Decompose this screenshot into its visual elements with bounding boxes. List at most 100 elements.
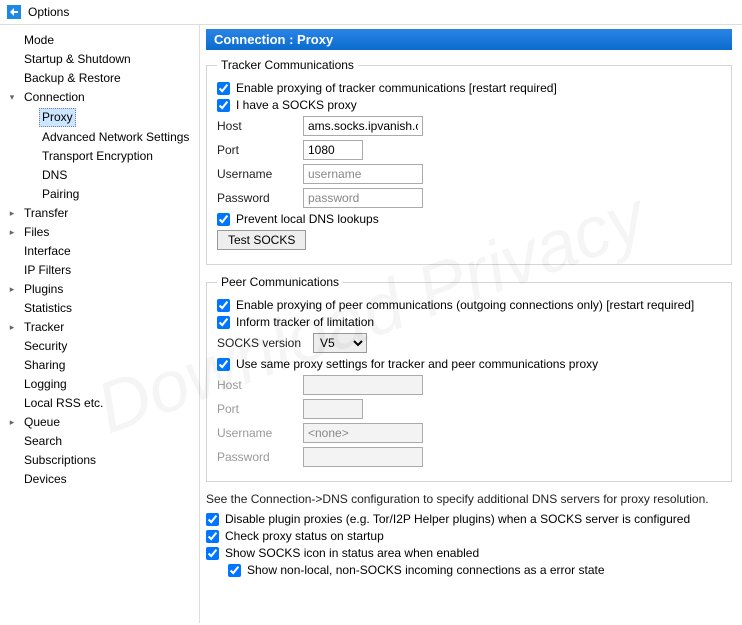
tree-item-label: Proxy [39,108,76,127]
port-input[interactable] [303,140,363,160]
tree-item[interactable]: ▾Connection [6,88,195,107]
tree-item[interactable]: Proxy [24,107,195,128]
tree-item[interactable]: Sharing [6,356,195,375]
tree-item[interactable]: Advanced Network Settings [24,128,195,147]
host-input[interactable] [303,116,423,136]
port-label: Port [217,143,297,157]
tree-item[interactable]: DNS [24,166,195,185]
tree-item[interactable]: ▸Files [6,223,195,242]
tree-item-label: Subscriptions [21,452,99,469]
have-socks-checkbox[interactable] [217,99,230,112]
tree-item[interactable]: ▸Transfer [6,204,195,223]
inform-tracker-label: Inform tracker of limitation [236,315,374,329]
tree-item[interactable]: Local RSS etc. [6,394,195,413]
test-socks-button[interactable]: Test SOCKS [217,230,306,250]
tree-item[interactable]: Transport Encryption [24,147,195,166]
show-nonlocal-checkbox[interactable] [228,564,241,577]
tracker-group: Tracker Communications Enable proxying o… [206,58,732,265]
host-label: Host [217,119,297,133]
peer-group: Peer Communications Enable proxying of p… [206,275,732,482]
use-same-proxy-checkbox[interactable] [217,358,230,371]
tree-item-label: Queue [21,414,63,431]
tree-item-label: Plugins [21,281,66,298]
password-label: Password [217,191,297,205]
peer-legend: Peer Communications [217,275,343,289]
password-input[interactable] [303,188,423,208]
tree-item-label: Transfer [21,205,71,222]
panel-title: Connection : Proxy [206,29,732,50]
chevron-down-icon[interactable]: ▾ [6,89,18,106]
enable-peer-proxy-checkbox[interactable] [217,299,230,312]
show-nonlocal-label: Show non-local, non-SOCKS incoming conne… [247,563,605,577]
tree-item[interactable]: Subscriptions [6,451,195,470]
tracker-legend: Tracker Communications [217,58,358,72]
tree-item-label: Sharing [21,357,68,374]
username-input[interactable] [303,164,423,184]
tree-item[interactable]: Search [6,432,195,451]
tree-item-label: Tracker [21,319,67,336]
use-same-proxy-label: Use same proxy settings for tracker and … [236,357,598,371]
disable-plugin-proxies-label: Disable plugin proxies (e.g. Tor/I2P Hel… [225,512,690,526]
enable-peer-proxy-label: Enable proxying of peer communications (… [236,298,694,312]
title-bar: Options [0,0,742,24]
tree-item[interactable]: Security [6,337,195,356]
tree-item[interactable]: IP Filters [6,261,195,280]
peer-host-label: Host [217,378,297,392]
tree-item-label: Transport Encryption [39,148,156,165]
tree-item-label: Security [21,338,70,355]
tree-item[interactable]: Backup & Restore [6,69,195,88]
show-socks-icon-checkbox[interactable] [206,547,219,560]
tree-item-label: Startup & Shutdown [21,51,134,68]
chevron-right-icon[interactable]: ▸ [6,224,18,241]
tree-item[interactable]: ▸Queue [6,413,195,432]
check-startup-checkbox[interactable] [206,530,219,543]
tree-item-label: Devices [21,471,70,488]
nav-tree: ModeStartup & Shutdown Backup & Restore▾C… [0,25,200,623]
tree-item[interactable]: Pairing [24,185,195,204]
prevent-dns-label: Prevent local DNS lookups [236,212,379,226]
tree-item-label: Files [21,224,52,241]
peer-username-input [303,423,423,443]
tree-item-label: Interface [21,243,74,260]
tree-item-label: Pairing [39,186,82,203]
tree-item-label: Advanced Network Settings [39,129,192,146]
socks-version-label: SOCKS version [217,336,307,350]
tree-item[interactable]: Interface [6,242,195,261]
chevron-right-icon[interactable]: ▸ [6,414,18,431]
peer-port-label: Port [217,402,297,416]
app-icon [6,4,22,20]
tree-item[interactable]: Devices [6,470,195,489]
dns-note: See the Connection->DNS configuration to… [206,492,732,506]
tree-item-label: Backup & Restore [21,70,124,87]
disable-plugin-proxies-checkbox[interactable] [206,513,219,526]
peer-password-input [303,447,423,467]
tree-item-label: Connection [21,89,88,106]
tree-item-label: IP Filters [21,262,74,279]
chevron-right-icon[interactable]: ▸ [6,319,18,336]
inform-tracker-checkbox[interactable] [217,316,230,329]
peer-password-label: Password [217,450,297,464]
peer-port-input [303,399,363,419]
tree-item[interactable]: Startup & Shutdown [6,50,195,69]
tree-item[interactable]: Mode [6,31,195,50]
enable-tracker-proxy-label: Enable proxying of tracker communication… [236,81,557,95]
enable-tracker-proxy-checkbox[interactable] [217,82,230,95]
have-socks-label: I have a SOCKS proxy [236,98,357,112]
socks-version-select[interactable]: V5 [313,333,367,353]
tree-item[interactable]: Statistics [6,299,195,318]
tree-item[interactable]: ▸Plugins [6,280,195,299]
peer-host-input [303,375,423,395]
show-socks-icon-label: Show SOCKS icon in status area when enab… [225,546,479,560]
tree-item-label: Statistics [21,300,75,317]
tree-item[interactable]: Logging [6,375,195,394]
chevron-right-icon[interactable]: ▸ [6,205,18,222]
tree-item-label: Search [21,433,65,450]
main-panel: Connection : Proxy Tracker Communication… [200,25,742,623]
tree-item-label: DNS [39,167,70,184]
check-startup-label: Check proxy status on startup [225,529,384,543]
prevent-dns-checkbox[interactable] [217,213,230,226]
window-title: Options [28,5,69,19]
tree-item-label: Local RSS etc. [21,395,106,412]
chevron-right-icon[interactable]: ▸ [6,281,18,298]
tree-item[interactable]: ▸Tracker [6,318,195,337]
